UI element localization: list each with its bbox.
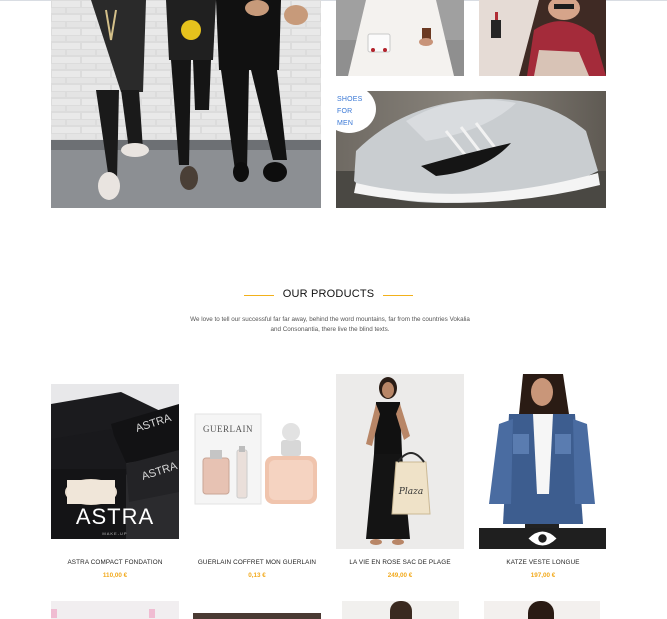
product-image-peek-3-hair [390,601,412,619]
product-name[interactable]: KATZE VESTE LONGUE [479,559,607,566]
shoes-label-line-1[interactable]: SHOES [337,94,371,106]
product-price: 0,13 € [248,572,266,579]
product-price: 249,00 € [387,572,413,579]
product-image-peek-4[interactable] [484,601,600,619]
product-image-katze[interactable] [479,374,606,549]
product-image-peek-3[interactable] [342,601,459,619]
astra-brand-text: ASTRA [76,504,154,529]
quick-view-bar[interactable] [479,528,606,549]
product-price: 197,00 € [530,572,556,579]
banner-women-accessories-image[interactable] [479,0,606,76]
heading-left-rule [244,295,274,296]
product-name[interactable]: ASTRA COMPACT FONDATION [51,559,179,566]
section-title: OUR PRODUCTS [282,288,375,300]
banner-men-image[interactable] [51,0,321,208]
bag-text: Plaza [398,487,423,497]
shoes-label-line-2[interactable]: FOR [337,106,371,118]
product-tag [51,609,57,618]
product-image-peek-2[interactable] [193,601,321,619]
product-tag [149,609,155,618]
product-image-peek-1[interactable] [51,601,179,619]
product-name[interactable]: GUERLAIN COFFRET MON GUERLAIN [193,559,321,566]
shoes-label-line-3[interactable]: MEN [337,118,371,130]
product-image-guerlain[interactable]: GUERLAIN [193,410,321,510]
product-image-la-vie-en-rose[interactable]: Plaza [336,374,464,549]
guerlain-brand-text: GUERLAIN [203,424,253,434]
heading-right-rule [383,295,413,296]
banner-women-dress-image[interactable] [336,0,464,76]
product-image-astra[interactable]: ASTRA ASTRA ASTRA MAKE-UP [51,384,179,539]
shoes-for-men-label[interactable]: SHOES FOR MEN [337,94,371,130]
eye-icon[interactable] [479,528,606,549]
products-section-heading: OUR PRODUCTS [0,287,667,307]
product-image-peek-4-hair [528,601,554,619]
product-image-peek-2-bar [193,613,321,619]
section-description: We love to tell our successful far far a… [190,316,470,333]
product-name[interactable]: LA VIE EN ROSE SAC DE PLAGE [336,559,464,566]
product-price: 110,00 € [102,572,128,579]
banner-shoes-for-men-image[interactable]: SHOES FOR MEN [336,91,606,208]
astra-sub-text: MAKE-UP [102,531,127,536]
